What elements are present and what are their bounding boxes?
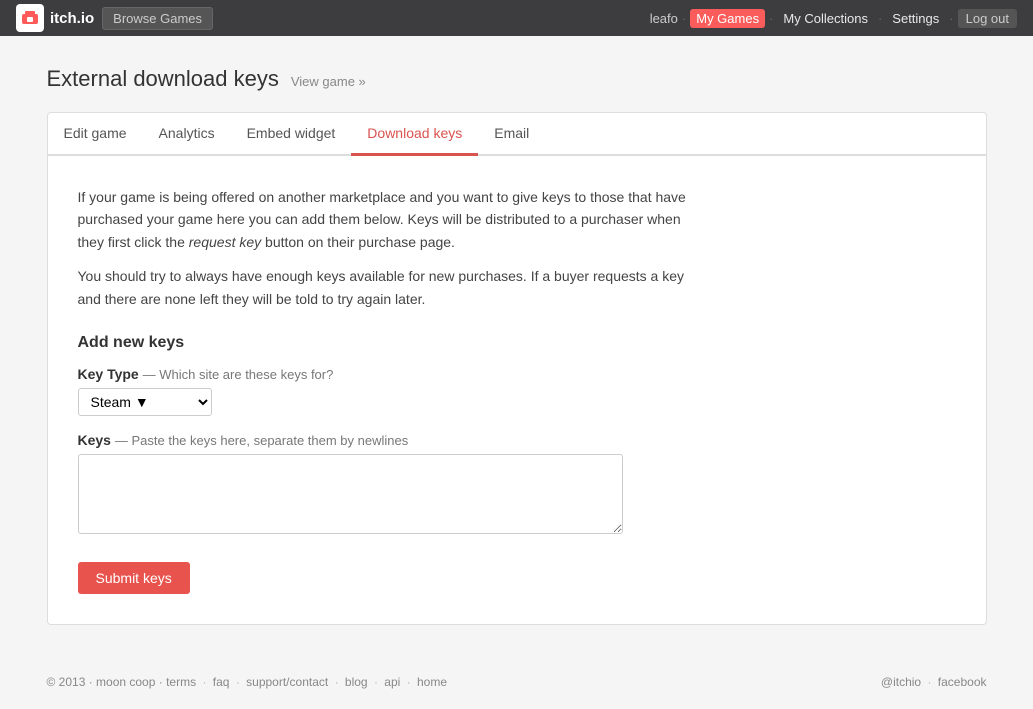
key-type-label: Key Type bbox=[78, 366, 139, 382]
footer-left: © 2013 · moon coop · terms · faq · suppo… bbox=[47, 675, 448, 689]
description-paragraph-2: You should try to always have enough key… bbox=[78, 265, 698, 310]
footer-sep5: · bbox=[407, 675, 411, 689]
keys-label-row: Keys — Paste the keys here, separate the… bbox=[78, 432, 698, 448]
content-area: If your game is being offered on another… bbox=[47, 156, 987, 625]
tab-analytics[interactable]: Analytics bbox=[143, 113, 231, 156]
settings-link[interactable]: Settings bbox=[886, 9, 945, 28]
submit-keys-button[interactable]: Submit keys bbox=[78, 562, 190, 594]
keys-label: Keys bbox=[78, 432, 111, 448]
page-header: External download keys View game » bbox=[47, 66, 987, 92]
description-paragraph-1: If your game is being offered on another… bbox=[78, 186, 698, 253]
footer-sep6: · bbox=[927, 675, 931, 689]
sep1: · bbox=[682, 11, 686, 26]
footer-sep4: · bbox=[374, 675, 378, 689]
tabs-bar: Edit game Analytics Embed widget Downloa… bbox=[47, 112, 987, 156]
key-type-hint: — Which site are these keys for? bbox=[143, 367, 334, 382]
footer-sep3: · bbox=[335, 675, 339, 689]
tab-email[interactable]: Email bbox=[478, 113, 545, 156]
sep2: · bbox=[769, 11, 773, 26]
key-type-label-row: Key Type — Which site are these keys for… bbox=[78, 366, 698, 382]
tab-download-keys[interactable]: Download keys bbox=[351, 113, 478, 156]
username-label: leafo bbox=[650, 11, 678, 26]
footer-terms[interactable]: terms bbox=[166, 675, 196, 689]
footer-itchio[interactable]: @itchio bbox=[881, 675, 921, 689]
footer-api[interactable]: api bbox=[384, 675, 400, 689]
my-games-link[interactable]: My Games bbox=[690, 9, 765, 28]
keys-textarea[interactable] bbox=[78, 454, 623, 534]
logo-area: itch.io bbox=[16, 4, 94, 32]
footer-blog[interactable]: blog bbox=[345, 675, 368, 689]
itch-logo-icon bbox=[16, 4, 44, 32]
footer-faq[interactable]: faq bbox=[213, 675, 230, 689]
footer-support[interactable]: support/contact bbox=[246, 675, 328, 689]
add-keys-title: Add new keys bbox=[78, 334, 698, 352]
main-container: External download keys View game » Edit … bbox=[27, 36, 1007, 655]
logout-button[interactable]: Log out bbox=[958, 9, 1017, 28]
request-key-text: request key bbox=[189, 234, 261, 250]
footer-sep2: · bbox=[236, 675, 240, 689]
browse-games-button[interactable]: Browse Games bbox=[102, 7, 213, 30]
sep4: · bbox=[949, 11, 953, 26]
footer: © 2013 · moon coop · terms · faq · suppo… bbox=[27, 655, 1007, 709]
add-keys-section: Add new keys Key Type — Which site are t… bbox=[78, 334, 698, 594]
tab-edit-game[interactable]: Edit game bbox=[48, 113, 143, 156]
description-text: If your game is being offered on another… bbox=[78, 186, 698, 310]
footer-sep1: · bbox=[202, 675, 206, 689]
site-logo[interactable]: itch.io bbox=[50, 10, 94, 27]
sep3: · bbox=[878, 11, 882, 26]
key-type-field: Key Type — Which site are these keys for… bbox=[78, 366, 698, 416]
footer-copyright: © 2013 · moon coop · bbox=[47, 675, 163, 689]
footer-facebook[interactable]: facebook bbox=[938, 675, 987, 689]
header-nav: leafo · My Games · My Collections · Sett… bbox=[650, 9, 1017, 28]
tab-embed-widget[interactable]: Embed widget bbox=[231, 113, 352, 156]
keys-hint: — Paste the keys here, separate them by … bbox=[115, 433, 408, 448]
page-title: External download keys bbox=[47, 66, 279, 92]
footer-right: @itchio · facebook bbox=[881, 675, 987, 689]
keys-field: Keys — Paste the keys here, separate the… bbox=[78, 432, 698, 534]
desc-p1-suffix: button on their purchase page. bbox=[261, 234, 455, 250]
view-game-link[interactable]: View game » bbox=[291, 74, 366, 89]
header: itch.io Browse Games leafo · My Games · … bbox=[0, 0, 1033, 36]
footer-home[interactable]: home bbox=[417, 675, 447, 689]
my-collections-link[interactable]: My Collections bbox=[777, 9, 874, 28]
key-type-select[interactable]: Steam ▼ Desura GOG Humble Bundle Other bbox=[78, 388, 212, 416]
